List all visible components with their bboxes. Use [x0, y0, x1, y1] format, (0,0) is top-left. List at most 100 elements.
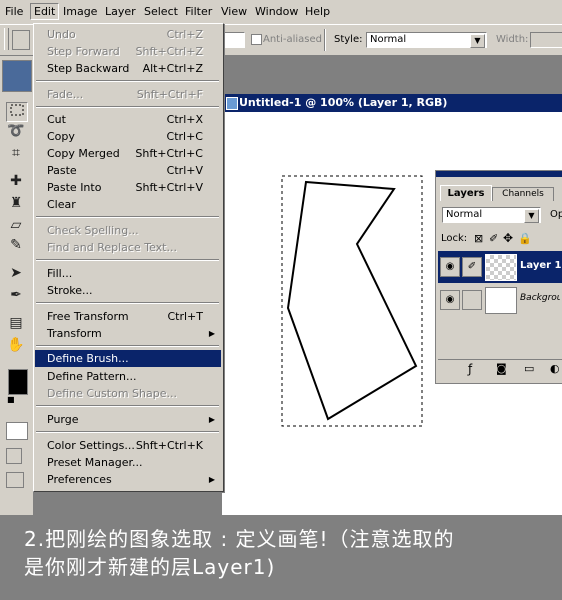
hand-icon[interactable]: ✋ [6, 336, 26, 354]
lock-transparency-icon[interactable]: ⊠ [474, 232, 483, 245]
menu-item-purge[interactable]: Purge ▶ [35, 411, 221, 428]
layer1-name: Layer 1 [520, 260, 562, 271]
menu-item-stroke[interactable]: Stroke... [35, 282, 221, 299]
document-title-bar[interactable]: Untitled-1 @ 100% (Layer 1, RGB) [222, 94, 562, 112]
eye-icon[interactable]: ◉ [440, 257, 460, 277]
palette-footer: ƒ ◙ ▭ ◐ [438, 359, 562, 380]
menu-separator [36, 302, 219, 304]
menu-item-paste[interactable]: Paste Ctrl+V [35, 162, 221, 179]
layer-style-icon[interactable]: ƒ [468, 362, 472, 376]
layer-row-background[interactable]: ◉ Background [438, 284, 562, 316]
menu-separator [36, 431, 219, 433]
quick-mask-icon[interactable] [6, 422, 28, 440]
menu-item-fill[interactable]: Fill... [35, 265, 221, 282]
crop-icon[interactable]: ⌗ [6, 144, 26, 162]
tab-channels[interactable]: Channels [492, 187, 554, 201]
width-label: Width: [496, 34, 529, 45]
lock-brush-icon[interactable]: ✐ [489, 232, 498, 245]
menu-item-free-transform[interactable]: Free Transform Ctrl+T [35, 308, 221, 325]
menu-separator [36, 80, 219, 82]
menu-item-copy[interactable]: Copy Ctrl+C [35, 128, 221, 145]
lock-move-icon[interactable]: ✥ [503, 231, 513, 245]
menu-item-copy-merged[interactable]: Copy Merged Shft+Ctrl+C [35, 145, 221, 162]
background-layer-name: Background [520, 293, 560, 303]
document-title: Untitled-1 @ 100% (Layer 1, RGB) [239, 96, 448, 109]
opacity-label: Op [550, 209, 562, 220]
menu-filter[interactable]: Filter [182, 4, 215, 19]
style-select[interactable]: Normal ▼ [366, 32, 487, 48]
path-selection-icon[interactable]: ➤ [6, 264, 26, 282]
link-slot[interactable] [462, 290, 482, 310]
adobe-online-icon[interactable] [2, 60, 32, 92]
menu-image[interactable]: Image [60, 4, 100, 19]
rectangular-marquee-icon[interactable] [6, 102, 28, 122]
menu-item-fade[interactable]: Fade... Shft+Ctrl+F [35, 86, 221, 103]
menu-item-define-pattern[interactable]: Define Pattern... [35, 368, 221, 385]
menu-view[interactable]: View [218, 4, 250, 19]
submenu-arrow-icon: ▶ [208, 475, 215, 484]
menu-item-cut[interactable]: Cut Ctrl+X [35, 111, 221, 128]
lasso-icon[interactable]: ➰ [6, 122, 26, 140]
grip-handle[interactable] [4, 28, 9, 50]
menu-item-preset-manager[interactable]: Preset Manager... [35, 454, 221, 471]
toolbox: ➰ ⌗ ✚ ♜ ▱ ✎ ➤ ✒ ▤ ✋ ■ [0, 56, 34, 515]
healing-brush-icon[interactable]: ✚ [6, 172, 26, 190]
width-field[interactable] [530, 32, 562, 48]
edit-menu-dropdown: Undo Ctrl+Z Step Forward Shft+Ctrl+Z Step … [33, 23, 224, 492]
menu-item-define-custom-shape[interactable]: Define Custom Shape... [35, 385, 221, 402]
menu-item-preferences[interactable]: Preferences ▶ [35, 471, 221, 488]
menu-edit[interactable]: Edit [30, 3, 60, 20]
blend-mode-value: Normal [446, 209, 483, 220]
caption-line-2: 是你刚才新建的层Layer1) [24, 555, 276, 579]
menu-item-find-replace[interactable]: Find and Replace Text... [35, 239, 221, 256]
caption-line-1: 2.把刚绘的图象选取 : 定义画笔!（注意选取的 [24, 527, 455, 551]
menu-item-transform[interactable]: Transform ▶ [35, 325, 221, 342]
screen-mode-icon[interactable] [6, 448, 22, 464]
lock-all-icon[interactable]: 🔒 [518, 232, 532, 245]
foreground-color-swatch[interactable] [8, 369, 28, 395]
pen-icon[interactable]: ✒ [6, 286, 26, 304]
menu-item-undo[interactable]: Undo Ctrl+Z [35, 26, 221, 43]
menu-item-define-brush[interactable]: Define Brush... [35, 350, 221, 367]
notes-icon[interactable]: ▤ [6, 314, 26, 332]
chevron-down-icon: ▼ [524, 209, 539, 223]
jump-to-imageready-icon[interactable] [6, 472, 24, 488]
adjustment-layer-icon[interactable]: ◐ [550, 362, 560, 375]
menu-item-color-settings[interactable]: Color Settings... Shft+Ctrl+K [35, 437, 221, 454]
brush-icon[interactable]: ✐ [462, 257, 482, 277]
palette-title-bar[interactable] [436, 171, 562, 177]
submenu-arrow-icon: ▶ [208, 415, 215, 424]
menu-select[interactable]: Select [141, 4, 181, 19]
blend-mode-select[interactable]: Normal ▼ [442, 207, 541, 223]
default-colors-icon[interactable]: ■ [7, 396, 15, 404]
menu-separator [36, 405, 219, 407]
clone-stamp-icon[interactable]: ♜ [6, 194, 26, 212]
menu-separator [36, 259, 219, 261]
add-mask-icon[interactable]: ◙ [496, 362, 507, 375]
eye-icon[interactable]: ◉ [440, 290, 460, 310]
divider [324, 29, 326, 51]
marquee-preset-icon[interactable] [12, 30, 30, 50]
menu-bar: File Edit Image Layer Select Filter View… [0, 0, 562, 25]
layer-row-layer1[interactable]: ◉ ✐ Layer 1 [438, 251, 562, 283]
menu-item-clear[interactable]: Clear [35, 196, 221, 213]
layers-palette: Layers Channels Normal ▼ Op Lock: ⊠ ✐ ✥ … [435, 170, 562, 384]
menu-layer[interactable]: Layer [102, 4, 139, 19]
eraser-icon[interactable]: ▱ [6, 216, 26, 234]
feather-field[interactable] [222, 32, 245, 48]
menu-help[interactable]: Help [302, 4, 333, 19]
menu-window[interactable]: Window [252, 4, 301, 19]
menu-separator [36, 345, 219, 347]
tab-layers[interactable]: Layers [440, 185, 492, 201]
blur-icon[interactable]: ✎ [6, 236, 26, 254]
lock-label: Lock: [441, 233, 468, 244]
menu-separator [36, 106, 219, 108]
menu-item-paste-into[interactable]: Paste Into Shft+Ctrl+V [35, 179, 221, 196]
submenu-arrow-icon: ▶ [208, 329, 215, 338]
menu-item-step-backward[interactable]: Step Backward Alt+Ctrl+Z [35, 60, 221, 77]
menu-file[interactable]: File [2, 4, 26, 19]
anti-aliased-checkbox[interactable] [251, 34, 262, 45]
menu-item-check-spelling[interactable]: Check Spelling... [35, 222, 221, 239]
new-set-icon[interactable]: ▭ [524, 362, 534, 375]
menu-item-step-forward[interactable]: Step Forward Shft+Ctrl+Z [35, 43, 221, 60]
